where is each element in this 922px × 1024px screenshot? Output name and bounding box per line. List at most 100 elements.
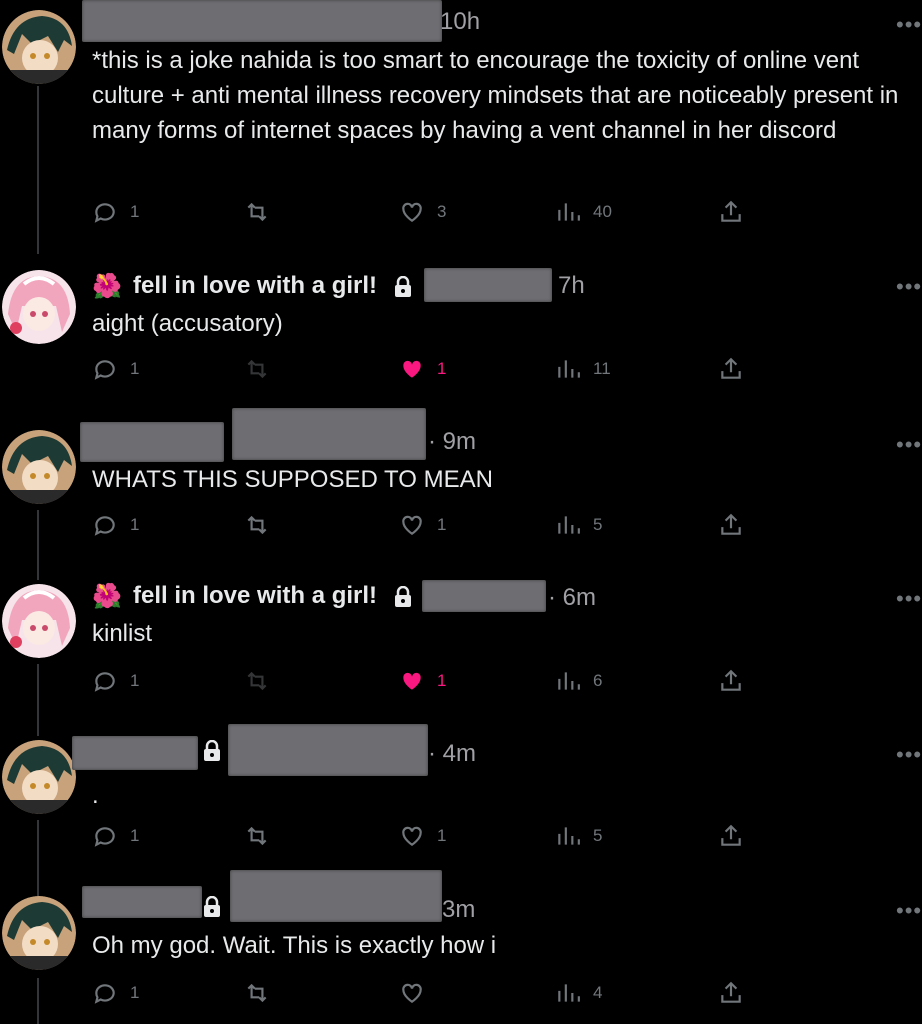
post-actions: 1 1 5 xyxy=(92,821,752,851)
reply-count: 1 xyxy=(130,359,140,378)
avatar[interactable] xyxy=(2,270,76,344)
like-count: 1 xyxy=(437,359,447,378)
reply-button[interactable]: 1 xyxy=(92,354,139,384)
repost-icon xyxy=(247,202,267,222)
view-count: 6 xyxy=(593,671,603,690)
post-text: *this is a joke nahida is too smart to e… xyxy=(92,47,899,144)
repost-button[interactable] xyxy=(244,354,282,384)
redacted-handle xyxy=(230,870,442,922)
avatar[interactable] xyxy=(2,10,76,84)
like-button[interactable] xyxy=(399,978,437,1008)
post-text: kinlist xyxy=(92,620,153,647)
reply-post[interactable]: · 9m ••• WHATS THIS SUPPOSED TO MEAN 1 1… xyxy=(0,404,922,554)
reply-post[interactable]: 🌺 fell in love with a girl! · 6m ••• kin… xyxy=(0,566,922,716)
share-button[interactable] xyxy=(718,197,756,227)
reply-post[interactable]: 3m ••• Oh my god. Wait. This is exactly … xyxy=(0,870,922,1024)
share-button[interactable] xyxy=(718,666,756,696)
reply-button[interactable]: 1 xyxy=(92,978,139,1008)
views-button[interactable]: 11 xyxy=(555,354,611,384)
avatar[interactable] xyxy=(2,740,76,814)
heart-filled-icon xyxy=(403,360,421,378)
views-icon xyxy=(558,360,580,378)
avatar[interactable] xyxy=(2,584,76,658)
view-count: 11 xyxy=(593,359,611,378)
reply-button[interactable]: 1 xyxy=(92,510,139,540)
post-actions: 1 1 5 xyxy=(92,510,752,540)
heart-icon xyxy=(402,202,422,222)
share-button[interactable] xyxy=(718,510,756,540)
reply-icon xyxy=(94,360,115,380)
post-actions: 1 3 40 xyxy=(92,197,752,227)
lock-icon xyxy=(395,276,411,297)
views-icon xyxy=(558,984,580,1002)
view-count: 5 xyxy=(593,826,603,845)
redacted-handle xyxy=(232,408,426,460)
more-options-icon[interactable]: ••• xyxy=(896,432,921,458)
reply-button[interactable]: 1 xyxy=(92,666,139,696)
flower-emoji: 🌺 xyxy=(92,273,122,300)
views-icon xyxy=(558,672,580,690)
reply-post[interactable]: 10h ••• *this is a joke nahida is too sm… xyxy=(0,0,922,240)
more-options-icon[interactable]: ••• xyxy=(896,742,921,768)
flower-emoji: 🌺 xyxy=(92,583,122,610)
repost-button[interactable] xyxy=(244,510,282,540)
views-button[interactable]: 5 xyxy=(555,510,602,540)
reply-count: 1 xyxy=(130,826,140,845)
redacted-handle xyxy=(422,580,546,612)
like-button[interactable]: 1 xyxy=(399,354,446,384)
share-button[interactable] xyxy=(718,978,756,1008)
post-time: · 4m xyxy=(428,740,476,767)
like-button[interactable]: 1 xyxy=(399,510,446,540)
display-name[interactable]: fell in love with a girl! xyxy=(133,582,377,610)
share-button[interactable] xyxy=(718,821,756,851)
redacted-username xyxy=(82,886,202,918)
more-options-icon[interactable]: ••• xyxy=(896,586,921,612)
views-icon xyxy=(558,516,580,534)
more-options-icon[interactable]: ••• xyxy=(896,12,921,38)
avatar[interactable] xyxy=(2,430,76,504)
post-time: · 6m xyxy=(548,584,596,611)
post-actions: 1 1 6 xyxy=(92,666,752,696)
post-time: 3m xyxy=(442,896,476,923)
post-actions: 1 4 xyxy=(92,978,752,1008)
heart-icon xyxy=(402,826,422,846)
repost-button[interactable] xyxy=(244,978,282,1008)
reply-post[interactable]: · 4m ••• . 1 1 5 xyxy=(0,720,922,870)
views-button[interactable]: 40 xyxy=(555,197,612,227)
views-icon xyxy=(558,827,580,845)
reply-count: 1 xyxy=(130,202,140,221)
like-button[interactable]: 1 xyxy=(399,666,446,696)
avatar[interactable] xyxy=(2,896,76,970)
repost-button[interactable] xyxy=(244,197,282,227)
repost-button[interactable] xyxy=(244,821,282,851)
display-name[interactable]: fell in love with a girl! xyxy=(133,272,377,300)
more-options-icon[interactable]: ••• xyxy=(896,898,921,924)
redacted-handle xyxy=(228,724,428,776)
reply-icon xyxy=(94,827,115,847)
views-button[interactable]: 5 xyxy=(555,821,602,851)
reply-button[interactable]: 1 xyxy=(92,197,139,227)
repost-icon xyxy=(247,983,267,1003)
reply-button[interactable]: 1 xyxy=(92,821,139,851)
repost-icon xyxy=(247,826,267,846)
repost-button[interactable] xyxy=(244,666,282,696)
like-button[interactable]: 1 xyxy=(399,821,446,851)
share-button[interactable] xyxy=(718,354,756,384)
lock-icon xyxy=(395,586,411,607)
like-count: 1 xyxy=(437,826,447,845)
like-button[interactable]: 3 xyxy=(399,197,446,227)
view-count: 40 xyxy=(593,202,612,221)
views-button[interactable]: 6 xyxy=(555,666,602,696)
reply-post[interactable]: 🌺 fell in love with a girl! 7h ••• aight… xyxy=(0,254,922,404)
more-options-icon[interactable]: ••• xyxy=(896,274,921,300)
repost-icon xyxy=(247,515,267,535)
reply-icon xyxy=(94,516,115,536)
views-button[interactable]: 4 xyxy=(555,978,602,1008)
redacted-username xyxy=(82,0,442,42)
post-text: . xyxy=(92,782,99,809)
reply-count: 1 xyxy=(130,671,140,690)
redacted-username xyxy=(80,422,224,462)
view-count: 4 xyxy=(593,983,603,1002)
post-time: 7h xyxy=(558,272,585,299)
post-actions: 1 1 11 xyxy=(92,354,752,384)
